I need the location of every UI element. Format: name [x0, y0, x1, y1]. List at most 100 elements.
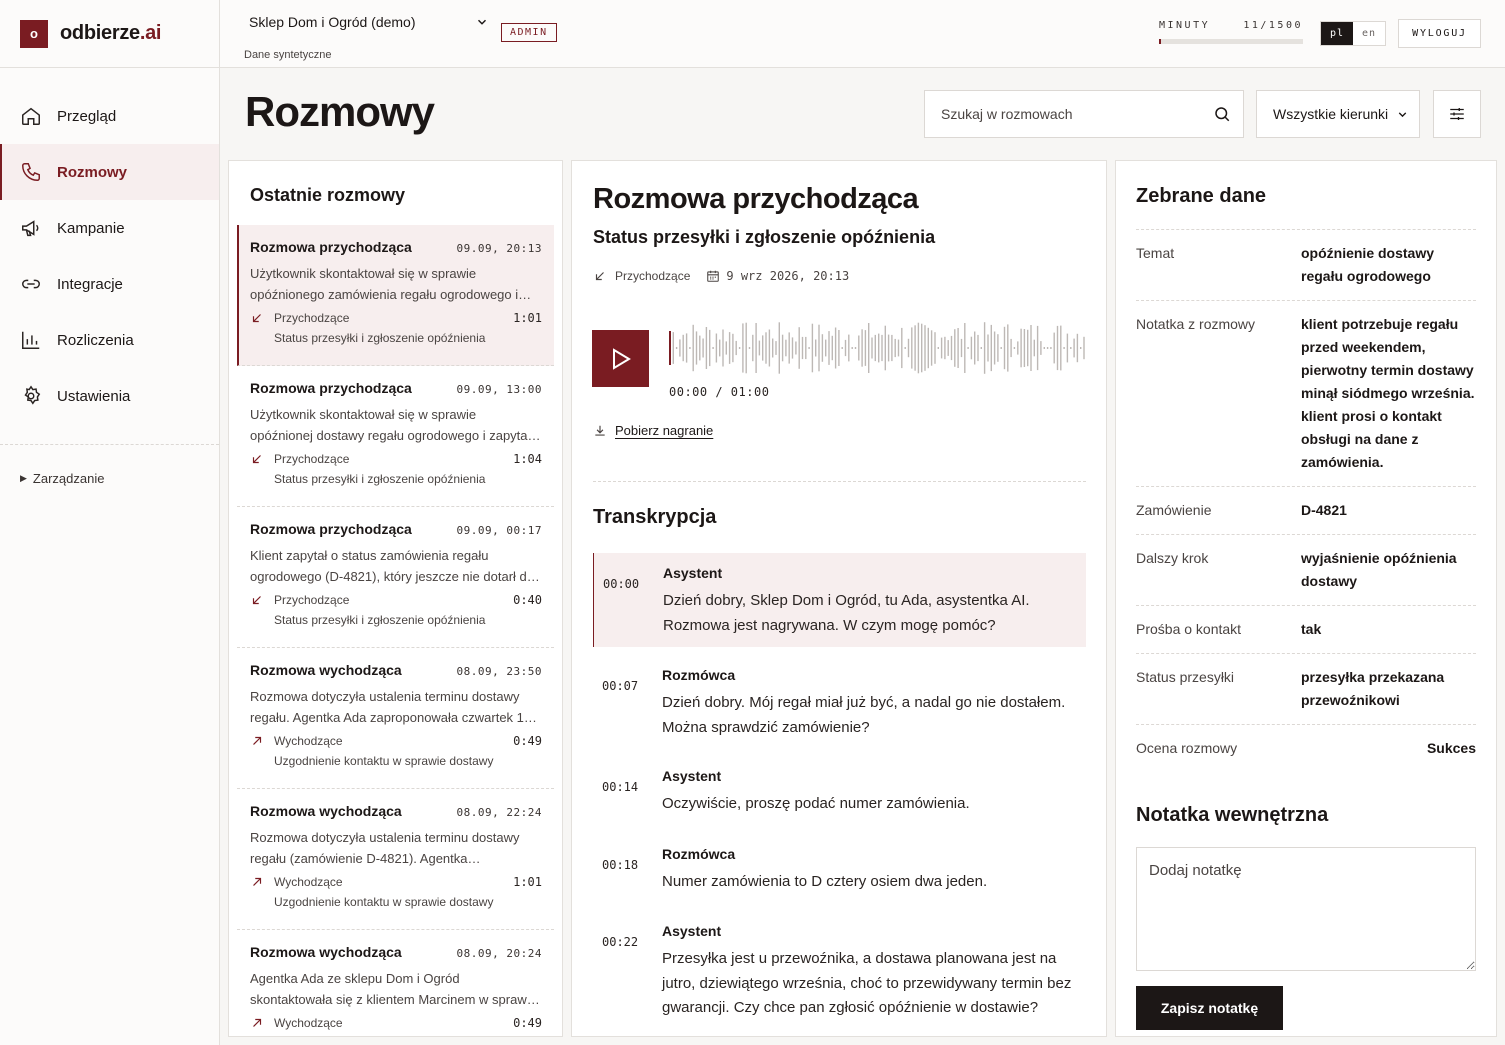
conversation-direction: Przychodzące	[274, 311, 350, 325]
conversation-meta: Wychodzące 0:49	[250, 734, 542, 748]
collected-data-list: Temat opóźnienie dostawy regału ogrodowe…	[1136, 229, 1476, 772]
conversation-duration: 1:04	[513, 452, 542, 466]
data-row-ocena: Ocena rozmowy Sukces	[1136, 725, 1476, 772]
conversation-summary: Rozmowa dotyczyła ustalenia terminu dost…	[250, 830, 520, 866]
sliders-icon	[1448, 105, 1466, 123]
manage-label: Zarządzanie	[32, 471, 105, 486]
transcript-timestamp[interactable]: 00:07	[602, 679, 638, 693]
topbar: Sklep Dom i Ogród (demo) Dane syntetyczn…	[220, 0, 1505, 68]
filter-settings-button[interactable]	[1433, 90, 1481, 138]
data-row-dalszy-krok: Dalszy krok wyjaśnienie opóźnienia dosta…	[1136, 535, 1476, 606]
triangle-right-icon: ▶	[20, 473, 27, 483]
conversation-topic: Uzgodnienie kontaktu w sprawie dostawy	[274, 895, 494, 909]
conversation-direction-wrap: Przychodzące	[250, 593, 349, 607]
arrow-incoming-icon	[250, 311, 264, 325]
audio-waveform[interactable]	[668, 319, 1086, 377]
recent-calls-panel: Ostatnie rozmowy Rozmowa przychodząca 09.…	[228, 160, 563, 1037]
direction-filter-select[interactable]: Wszystkie kierunki	[1256, 90, 1420, 138]
call-meta: Przychodzące 9 wrz 2026, 20:13	[593, 269, 849, 283]
minutes-usage: MINUTY 11/1500	[1159, 20, 1303, 44]
data-key: Dalszy krok	[1136, 550, 1209, 566]
transcript-entry: 00:00 Asystent Dzień dobry, Sklep Dom i Og…	[593, 553, 1086, 647]
brand-logo-mark: o	[20, 19, 48, 48]
conversation-duration: 0:49	[513, 1016, 542, 1030]
transcript-entry: 00:14 Asystent Oczywiście, proszę podać nu…	[593, 756, 1086, 817]
nav-item-rozmowy[interactable]: Rozmowy	[0, 144, 219, 200]
download-icon	[593, 424, 607, 438]
conversation-summary: Użytkownik skontaktował się w sprawie op…	[250, 266, 519, 302]
save-note-button[interactable]: Zapisz notatkę	[1136, 986, 1283, 1030]
gear-icon	[20, 385, 42, 407]
conversation-header: Rozmowa wychodząca 08.09, 22:24	[250, 803, 542, 819]
transcript-speaker: Rozmówca	[662, 667, 736, 683]
conversation-meta: Przychodzące 1:01	[250, 311, 542, 325]
data-key: Temat	[1136, 245, 1175, 261]
transcript-entry: 00:07 Rozmówca Dzień dobry. Mój regał miał…	[593, 655, 1086, 740]
conversation-list-item[interactable]: Rozmowa przychodząca 09.09, 13:00 Użytkown…	[237, 366, 554, 507]
conversation-list-item[interactable]: Rozmowa przychodząca 09.09, 00:17 Klient z…	[237, 507, 554, 648]
manage-toggle[interactable]: ▶ Zarządzanie	[0, 445, 219, 486]
store-select[interactable]: Sklep Dom i Ogród (demo)	[249, 14, 489, 30]
conversation-date: 09.09, 20:13	[456, 242, 542, 255]
conversation-summary: Użytkownik skontaktował się w sprawie op…	[250, 407, 542, 443]
arrow-outgoing-icon	[250, 1016, 264, 1030]
conversation-direction-wrap: Przychodzące	[250, 311, 349, 325]
conversation-direction-wrap: Wychodzące	[250, 1016, 343, 1030]
transcript-timestamp[interactable]: 00:14	[602, 780, 638, 794]
conversation-direction: Wychodzące	[274, 734, 343, 748]
play-button[interactable]	[592, 330, 649, 387]
search-input[interactable]	[941, 106, 1191, 122]
arrow-outgoing-icon	[250, 875, 264, 889]
nav-item-kampanie[interactable]: Kampanie	[0, 200, 219, 256]
transcript-speaker: Rozmówca	[662, 846, 736, 862]
recent-calls-title: Ostatnie rozmowy	[250, 185, 406, 205]
conversation-list-item[interactable]: Rozmowa wychodząca 08.09, 23:50 Rozmowa do…	[237, 648, 554, 789]
link-icon	[20, 273, 42, 295]
nav-item-przeglad[interactable]: Przegląd	[0, 88, 219, 144]
conversation-title: Rozmowa wychodząca	[250, 662, 402, 678]
conversation-direction-wrap: Wychodzące	[250, 875, 343, 889]
data-key: Status przesyłki	[1136, 669, 1235, 685]
arrow-incoming-icon	[593, 269, 607, 283]
transcript-timestamp[interactable]: 00:18	[602, 858, 638, 872]
collected-data-panel: Zebrane dane Temat opóźnienie dostawy re…	[1115, 160, 1497, 1037]
page-title: Rozmowy	[245, 88, 435, 135]
lang-pl-button[interactable]: pl	[1321, 22, 1353, 45]
conversation-date: 08.09, 23:50	[456, 665, 542, 678]
transcript-timestamp[interactable]: 00:22	[602, 935, 638, 949]
conversation-topic: Uzgodnienie kontaktu w sprawie dostawy	[274, 754, 494, 768]
nav-item-label: Rozmowy	[57, 163, 128, 181]
brand[interactable]: o odbierze.ai	[0, 0, 219, 68]
arrow-incoming-icon	[250, 452, 264, 466]
transcript-text: Numer zamówienia to D cztery osiem dwa j…	[662, 873, 988, 890]
internal-note-input[interactable]	[1136, 847, 1476, 971]
data-key: Ocena rozmowy	[1136, 740, 1238, 756]
arrow-outgoing-icon	[250, 734, 264, 748]
search-icon[interactable]	[1213, 105, 1231, 123]
conversation-direction-wrap: Przychodzące	[250, 452, 349, 466]
phone-icon	[20, 161, 42, 183]
logout-button[interactable]: WYLOGUJ	[1398, 19, 1481, 48]
conversation-list-item[interactable]: Rozmowa przychodząca 09.09, 20:13 Użytkown…	[237, 225, 554, 366]
conversation-list-item[interactable]: Rozmowa wychodząca 08.09, 20:24 Agentka Ad…	[237, 930, 554, 1036]
conversation-direction-wrap: Wychodzące	[250, 734, 343, 748]
transcript-timestamp[interactable]: 00:00	[603, 577, 639, 591]
data-value: D-4821	[1301, 502, 1347, 518]
conversation-duration: 0:49	[513, 734, 542, 748]
nav-item-integracje[interactable]: Integracje	[0, 256, 219, 312]
nav-item-label: Rozliczenia	[57, 331, 134, 349]
transcript-text: Dzień dobry, Sklep Dom i Ogród, tu Ada, …	[663, 592, 1030, 634]
transcript-speaker: Asystent	[663, 565, 723, 581]
lang-en-button[interactable]: en	[1353, 22, 1385, 45]
nav-item-rozliczenia[interactable]: Rozliczenia	[0, 312, 219, 368]
brand-name: odbierze.ai	[60, 22, 162, 44]
conversation-topic: Status przesyłki i zgłoszenie opóźnienia	[274, 472, 486, 486]
conversation-list-item[interactable]: Rozmowa wychodząca 08.09, 22:24 Rozmowa do…	[237, 789, 554, 930]
nav-item-ustawienia[interactable]: Ustawienia	[0, 368, 219, 424]
download-recording-link[interactable]: Pobierz nagranie	[593, 423, 713, 438]
megaphone-icon	[20, 217, 42, 239]
conversation-meta: Wychodzące 0:49	[250, 1016, 542, 1030]
language-switch: pl en	[1320, 21, 1386, 46]
transcript-speaker: Asystent	[662, 923, 722, 939]
nav-item-label: Integracje	[57, 275, 123, 293]
